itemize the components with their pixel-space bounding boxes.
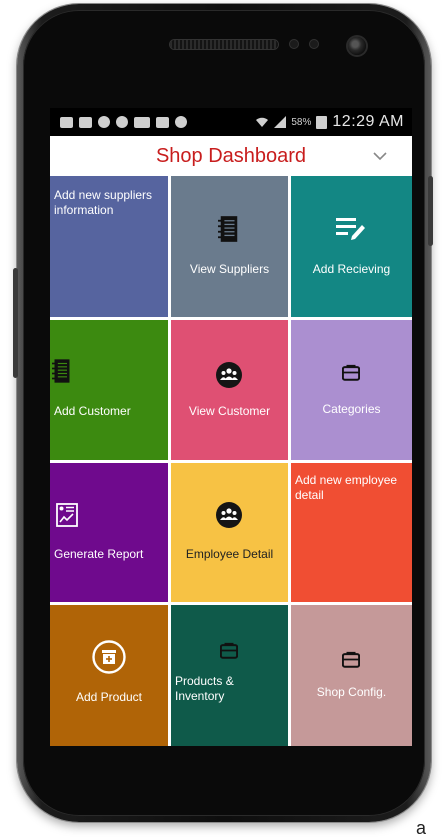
- tile-products-inventory[interactable]: Products & Inventory: [171, 605, 288, 746]
- mail-icon: [79, 116, 92, 128]
- power-button: [428, 176, 433, 246]
- caption-fragment: a: [416, 818, 427, 838]
- battery-percent: 58%: [291, 116, 312, 128]
- app-icon: [156, 116, 169, 128]
- notification-icon: [60, 116, 73, 128]
- tile-view-suppliers[interactable]: View Suppliers: [171, 176, 288, 317]
- tile-view-customer[interactable]: View Customer: [171, 320, 288, 460]
- volume-button: [13, 268, 18, 378]
- notification-icons: [50, 116, 187, 128]
- dashboard-grid: Add new suppliers information View Suppl…: [50, 176, 412, 746]
- tile-label: Products & Inventory: [175, 674, 234, 703]
- briefcase-icon: [342, 364, 360, 381]
- notebook-icon: [52, 359, 70, 383]
- status-bar: 58% 12:29 AM: [50, 108, 412, 136]
- edit-list-icon: [336, 218, 365, 240]
- app-icon: [98, 116, 110, 128]
- tile-label: Add Product: [75, 690, 143, 704]
- tile-label: Add new suppliers information: [54, 188, 153, 217]
- proximity-sensor: [290, 40, 298, 48]
- tile-generate-report[interactable]: Generate Report: [50, 463, 168, 602]
- tile-label: Categories: [322, 402, 381, 416]
- tile-label: View Customer: [188, 404, 271, 418]
- tile-add-product[interactable]: Add Product: [50, 605, 168, 746]
- tile-label: Add Customer: [54, 404, 131, 418]
- add-box-icon: [92, 640, 126, 674]
- earpiece-speaker: [170, 40, 278, 49]
- tile-shop-config[interactable]: Shop Config.: [291, 605, 412, 746]
- light-sensor: [310, 40, 318, 48]
- tile-add-new-employee[interactable]: Add new employee detail: [291, 463, 412, 602]
- tile-label: View Suppliers: [189, 262, 270, 276]
- group-icon: [216, 362, 242, 388]
- briefcase-icon: [342, 651, 360, 668]
- app-header: Shop Dashboard: [50, 136, 412, 176]
- notebook-icon: [218, 216, 238, 242]
- app-icon: [116, 116, 128, 128]
- page-title: Shop Dashboard: [155, 144, 307, 167]
- tile-label: Employee Detail: [185, 547, 274, 561]
- clock: 12:29 AM: [332, 113, 404, 130]
- tile-label: Add Recieving: [312, 262, 391, 276]
- signal-icon: [274, 116, 287, 128]
- tile-add-recieving[interactable]: Add Recieving: [291, 176, 412, 317]
- battery-icon: [316, 115, 328, 129]
- report-icon: [56, 503, 78, 527]
- tile-employee-detail[interactable]: Employee Detail: [171, 463, 288, 602]
- wifi-icon: [256, 117, 269, 127]
- briefcase-icon: [220, 642, 238, 659]
- tile-label: Shop Config.: [316, 685, 387, 699]
- front-camera: [348, 37, 366, 55]
- tile-add-customer[interactable]: Add Customer: [50, 320, 168, 460]
- tile-add-new-suppliers[interactable]: Add new suppliers information: [50, 176, 168, 317]
- tile-label: Add new employee detail: [295, 473, 398, 502]
- tile-label: Generate Report: [54, 547, 144, 561]
- group-icon: [216, 502, 242, 528]
- app-icon: [175, 116, 187, 128]
- tile-categories[interactable]: Categories: [291, 320, 412, 460]
- app-icon: [134, 116, 150, 128]
- chevron-down-icon[interactable]: [372, 148, 388, 164]
